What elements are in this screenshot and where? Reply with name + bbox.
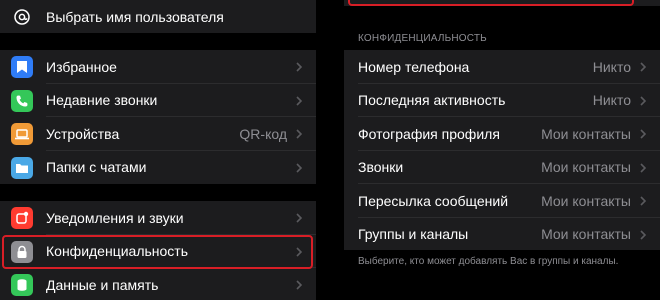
devices-row[interactable]: Устройства QR-код	[0, 117, 316, 151]
chevron-right-icon	[296, 95, 303, 106]
phone-number-value: Никто	[592, 58, 631, 75]
chevron-right-icon	[296, 62, 303, 72]
chevron-right-icon	[640, 196, 647, 206]
privacy-section-header: КОНФИДЕНЦИАЛЬНОСТЬ	[358, 33, 487, 44]
chevron-right-icon	[640, 229, 647, 240]
notifications-row[interactable]: Уведомления и звуки	[0, 201, 316, 235]
devices-label: Устройства	[46, 125, 120, 142]
calls-value: Мои контакты	[541, 159, 631, 176]
profile-photo-row[interactable]: Фотография профиля Мои контакты	[344, 117, 660, 151]
privacy-highlight-frame	[2, 235, 313, 269]
forwarded-messages-value: Мои контакты	[541, 192, 631, 209]
data-storage-label: Данные и память	[46, 276, 159, 293]
top-highlight-frame	[348, 0, 634, 6]
groups-channels-value: Мои контакты	[541, 226, 631, 243]
settings-panel: Выбрать имя пользователя Избранное Недав…	[0, 0, 316, 300]
phone-number-label: Номер телефона	[358, 58, 470, 75]
calls-label: Звонки	[358, 159, 404, 176]
database-icon	[11, 274, 33, 296]
groups-footer-note: Выберите, кто может добавлять Вас в груп…	[358, 256, 619, 267]
chevron-right-icon	[640, 162, 647, 173]
recent-calls-label: Недавние звонки	[46, 92, 158, 109]
recent-calls-row[interactable]: Недавние звонки	[0, 84, 316, 117]
chat-folders-label: Папки с чатами	[46, 159, 147, 176]
favorites-row[interactable]: Избранное	[0, 50, 316, 84]
groups-channels-row[interactable]: Группы и каналы Мои контакты	[344, 218, 660, 252]
choose-username-label: Выбрать имя пользователя	[46, 8, 224, 25]
at-icon	[11, 6, 33, 28]
laptop-icon	[11, 123, 33, 145]
username-group: Выбрать имя пользователя	[0, 0, 316, 33]
settings-group-1: Избранное Недавние звонки Устройства QR-…	[0, 50, 316, 184]
choose-username-row[interactable]: Выбрать имя пользователя	[0, 0, 316, 34]
forwarded-messages-label: Пересылка сообщений	[358, 192, 509, 209]
profile-photo-value: Мои контакты	[541, 125, 631, 142]
chevron-right-icon	[640, 62, 647, 72]
last-seen-value: Никто	[592, 92, 631, 109]
privacy-panel: КОНФИДЕНЦИАЛЬНОСТЬ Номер телефона Никто …	[344, 0, 660, 300]
forwarded-messages-row[interactable]: Пересылка сообщений Мои контакты	[344, 184, 660, 218]
chevron-right-icon	[640, 129, 647, 139]
devices-value: QR-код	[239, 125, 287, 142]
bell-icon	[11, 207, 33, 229]
calls-row[interactable]: Звонки Мои контакты	[344, 151, 660, 184]
folder-icon	[11, 156, 33, 179]
last-seen-label: Последняя активность	[358, 92, 506, 109]
profile-photo-label: Фотография профиля	[358, 125, 500, 142]
groups-channels-label: Группы и каналы	[358, 226, 469, 243]
phone-icon	[11, 89, 33, 112]
last-seen-row[interactable]: Последняя активность Никто	[344, 84, 660, 117]
chevron-right-icon	[296, 129, 303, 139]
favorites-label: Избранное	[46, 58, 117, 75]
chevron-right-icon	[296, 213, 303, 223]
bookmark-icon	[11, 56, 33, 78]
data-storage-row[interactable]: Данные и память	[0, 268, 316, 300]
chat-folders-row[interactable]: Папки с чатами	[0, 151, 316, 185]
notifications-label: Уведомления и звуки	[46, 209, 184, 226]
chevron-right-icon	[640, 95, 647, 106]
chevron-right-icon	[296, 280, 303, 290]
privacy-settings-group: Номер телефона Никто Последняя активност…	[344, 50, 660, 250]
chevron-right-icon	[296, 162, 303, 173]
phone-number-row[interactable]: Номер телефона Никто	[344, 50, 660, 84]
